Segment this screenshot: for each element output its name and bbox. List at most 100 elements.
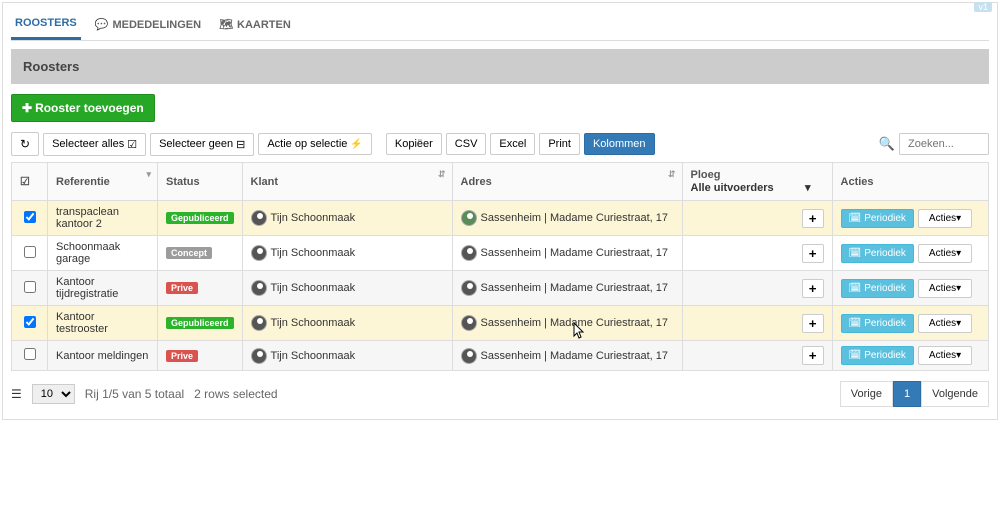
row-checkbox[interactable] [24, 348, 36, 360]
avatar [461, 245, 477, 261]
row-checkbox[interactable] [24, 281, 36, 293]
cell-referentie: Kantoor testrooster [48, 306, 158, 341]
col-klant-label: Klant [251, 176, 279, 188]
tab-kaarten[interactable]: 🗺 KAARTEN [215, 11, 295, 40]
pager-page-1[interactable]: 1 [893, 381, 921, 407]
edit-icon: ☑ [20, 176, 30, 188]
excel-button[interactable]: Excel [490, 133, 535, 155]
row-actions-button[interactable]: Acties▾ [918, 314, 972, 333]
cell-referentie: Schoonmaak garage [48, 236, 158, 271]
avatar [251, 210, 267, 226]
refresh-button[interactable]: ↻ [11, 132, 39, 156]
plus-icon: ✚ [22, 101, 32, 115]
row-checkbox[interactable] [24, 316, 36, 328]
table-row: transpaclean kantoor 2GepubliceerdTijn S… [12, 201, 989, 236]
tab-bar: ROOSTERS 💬 MEDEDELINGEN 🗺 KAARTEN [11, 11, 989, 41]
search-input[interactable] [899, 133, 989, 155]
bulk-action-button[interactable]: Actie op selectie ⚡ [258, 133, 372, 155]
row-checkbox[interactable] [24, 211, 36, 223]
cell-acties: 🗓 PeriodiekActies▾ [832, 201, 988, 236]
col-klant[interactable]: Klant⇵ [242, 163, 452, 201]
csv-button[interactable]: CSV [446, 133, 487, 155]
cell-klant: Tijn Schoonmaak [242, 341, 452, 371]
calendar-icon: 🗓 [849, 213, 862, 224]
cell-adres: Sassenheim | Madame Curiestraat, 17 [452, 306, 682, 341]
add-ploeg-button[interactable]: + [802, 279, 824, 298]
table-row: Kantoor meldingenPriveTijn SchoonmaakSas… [12, 341, 989, 371]
cell-acties: 🗓 PeriodiekActies▾ [832, 306, 988, 341]
avatar [251, 280, 267, 296]
avatar [251, 245, 267, 261]
periodiek-button[interactable]: 🗓 Periodiek [841, 346, 914, 365]
add-rooster-button[interactable]: ✚ Rooster toevoegen [11, 94, 155, 122]
calendar-icon: 🗓 [849, 318, 862, 329]
col-referentie[interactable]: Referentie▾ [48, 163, 158, 201]
cell-referentie: Kantoor meldingen [48, 341, 158, 371]
cell-klant: Tijn Schoonmaak [242, 271, 452, 306]
col-adres[interactable]: Adres⇵ [452, 163, 682, 201]
add-ploeg-button[interactable]: + [802, 314, 824, 333]
refresh-icon: ↻ [20, 137, 30, 151]
table-row: Kantoor tijdregistratie Prive Tijn Schoonm… [12, 271, 989, 306]
ploeg-filter-value: Alle uitvoerders [691, 182, 774, 194]
calendar-icon: 🗓 [849, 248, 862, 259]
status-badge: Prive [166, 282, 198, 294]
row-actions-button[interactable]: Acties▾ [918, 279, 972, 298]
periodiek-button[interactable]: 🗓 Periodiek [841, 314, 914, 333]
calendar-icon: 🗓 [849, 350, 862, 361]
add-ploeg-button[interactable]: + [802, 209, 824, 228]
page-size-select[interactable]: 10 [32, 384, 75, 404]
col-status[interactable]: Status [158, 163, 243, 201]
pager-prev[interactable]: Vorige [840, 381, 893, 407]
minus-icon: ⊟ [236, 138, 245, 151]
avatar [251, 315, 267, 331]
select-all-label: Selecteer alles [52, 138, 124, 150]
status-badge: Concept [166, 247, 212, 259]
avatar [461, 280, 477, 296]
list-icon: ☰ [11, 387, 22, 401]
pager-next[interactable]: Volgende [921, 381, 989, 407]
ploeg-filter-select[interactable]: Alle uitvoerders ▾ [691, 181, 811, 194]
version-badge: v1 [974, 2, 992, 12]
cell-status: Prive [158, 341, 243, 371]
add-ploeg-button[interactable]: + [802, 244, 824, 263]
tab-mededelingen-label: MEDEDELINGEN [112, 19, 201, 31]
avatar [461, 210, 477, 226]
row-actions-button[interactable]: Acties▾ [918, 209, 972, 228]
copy-button[interactable]: Kopiëer [386, 133, 442, 155]
col-ploeg-label: Ploeg [691, 169, 824, 181]
row-checkbox[interactable] [24, 246, 36, 258]
periodiek-button[interactable]: 🗓 Periodiek [841, 279, 914, 298]
tab-mededelingen[interactable]: 💬 MEDEDELINGEN [91, 11, 205, 40]
col-referentie-label: Referentie [56, 176, 110, 188]
select-none-label: Selecteer geen [159, 138, 233, 150]
page-title: Roosters [11, 49, 989, 84]
cell-ploeg: + [682, 271, 832, 306]
cell-status: Prive [158, 271, 243, 306]
cell-acties: 🗓 PeriodiekActies▾ [832, 236, 988, 271]
columns-button[interactable]: Kolommen [584, 133, 655, 155]
col-checkbox[interactable]: ☑ [12, 163, 48, 201]
cell-referentie: Kantoor tijdregistratie [48, 271, 158, 306]
cell-adres: Sassenheim | Madame Curiestraat, 17 [452, 271, 682, 306]
add-rooster-label: Rooster toevoegen [35, 101, 144, 115]
row-actions-button[interactable]: Acties▾ [918, 346, 972, 365]
periodiek-button[interactable]: 🗓 Periodiek [841, 244, 914, 263]
col-ploeg[interactable]: Ploeg Alle uitvoerders ▾ [682, 163, 832, 201]
select-none-button[interactable]: Selecteer geen ⊟ [150, 133, 254, 156]
col-acties: Acties [832, 163, 988, 201]
col-acties-label: Acties [841, 176, 874, 188]
row-actions-button[interactable]: Acties▾ [918, 244, 972, 263]
tab-kaarten-label: KAARTEN [237, 19, 291, 31]
rooster-table: ☑ Referentie▾ Status Klant⇵ Adres⇵ Ploeg… [11, 162, 989, 371]
tab-roosters-label: ROOSTERS [15, 17, 77, 29]
avatar [461, 315, 477, 331]
periodiek-button[interactable]: 🗓 Periodiek [841, 209, 914, 228]
select-all-button[interactable]: Selecteer alles ☑ [43, 133, 146, 156]
cell-adres: Sassenheim | Madame Curiestraat, 17 [452, 236, 682, 271]
cell-status: Concept [158, 236, 243, 271]
print-button[interactable]: Print [539, 133, 580, 155]
add-ploeg-button[interactable]: + [802, 346, 824, 365]
cell-ploeg: + [682, 341, 832, 371]
tab-roosters[interactable]: ROOSTERS [11, 11, 81, 40]
